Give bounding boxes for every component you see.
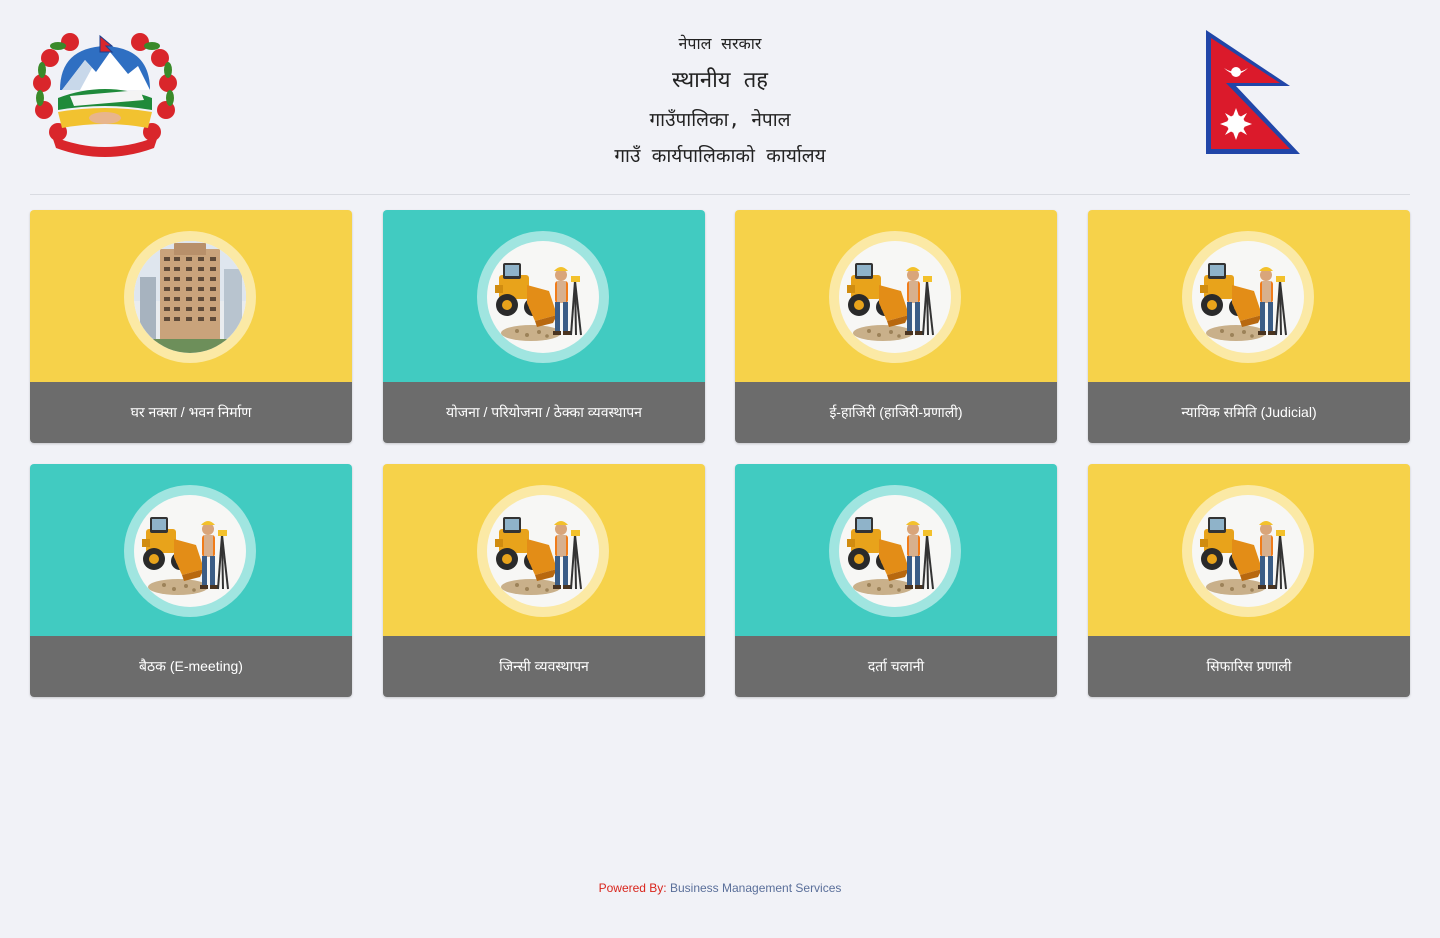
header-line-4: गाउँ कार्यपालिकाको कार्यालय	[614, 145, 826, 167]
footer: Powered By: Business Management Services	[0, 881, 1440, 895]
card-image-area	[30, 210, 352, 382]
card-label: जिन्सी व्यवस्थापन	[383, 636, 705, 697]
card-image-area	[735, 210, 1057, 382]
card-label: योजना / परियोजना / ठेक्का व्यवस्थापन	[383, 382, 705, 443]
image-ring	[1182, 485, 1314, 617]
card-image-area	[30, 464, 352, 636]
building-image	[134, 241, 246, 353]
company-link[interactable]: Business Management Services	[670, 881, 841, 895]
nepal-government-emblem-icon	[30, 28, 180, 158]
construction-worker-image	[839, 495, 951, 607]
nepal-flag-icon	[1202, 28, 1306, 156]
construction-worker-image	[1192, 495, 1304, 607]
construction-worker-image	[1192, 241, 1304, 353]
powered-by-label: Powered By:	[598, 881, 667, 895]
module-card-recommendation[interactable]: सिफारिस प्रणाली	[1088, 464, 1410, 697]
card-image-area	[383, 464, 705, 636]
card-label: बैठक (E-meeting)	[30, 636, 352, 697]
card-label: न्यायिक समिति (Judicial)	[1088, 382, 1410, 443]
construction-worker-image	[487, 495, 599, 607]
image-ring	[477, 231, 609, 363]
image-ring	[829, 485, 961, 617]
card-image-area	[1088, 210, 1410, 382]
construction-worker-image	[839, 241, 951, 353]
card-label: घर नक्सा / भवन निर्माण	[30, 382, 352, 443]
card-image-area	[1088, 464, 1410, 636]
header-line-2: स्थानीय तह	[671, 68, 768, 93]
image-ring	[477, 485, 609, 617]
card-label: दर्ता चलानी	[735, 636, 1057, 697]
module-card-building-permit[interactable]: घर नक्सा / भवन निर्माण	[30, 210, 352, 443]
header-line-1: नेपाल सरकार	[678, 34, 762, 53]
card-image-area	[735, 464, 1057, 636]
header: नेपाल सरकार स्थानीय तह गाउँपालिका, नेपाल…	[30, 0, 1410, 195]
card-label: ई-हाजिरी (हाजिरी-प्रणाली)	[735, 382, 1057, 443]
card-image-area	[383, 210, 705, 382]
construction-worker-image	[134, 495, 246, 607]
module-card-registration-dispatch[interactable]: दर्ता चलानी	[735, 464, 1057, 697]
card-label: सिफारिस प्रणाली	[1088, 636, 1410, 697]
module-card-e-meeting[interactable]: बैठक (E-meeting)	[30, 464, 352, 697]
module-card-inventory[interactable]: जिन्सी व्यवस्थापन	[383, 464, 705, 697]
image-ring	[124, 485, 256, 617]
header-line-3: गाउँपालिका, नेपाल	[649, 109, 791, 131]
image-ring	[1182, 231, 1314, 363]
page: नेपाल सरकार स्थानीय तह गाउँपालिका, नेपाल…	[0, 0, 1440, 938]
module-card-e-attendance[interactable]: ई-हाजिरी (हाजिरी-प्रणाली)	[735, 210, 1057, 443]
module-card-project-management[interactable]: योजना / परियोजना / ठेक्का व्यवस्थापन	[383, 210, 705, 443]
module-card-judicial[interactable]: न्यायिक समिति (Judicial)	[1088, 210, 1410, 443]
construction-worker-image	[487, 241, 599, 353]
image-ring	[124, 231, 256, 363]
image-ring	[829, 231, 961, 363]
